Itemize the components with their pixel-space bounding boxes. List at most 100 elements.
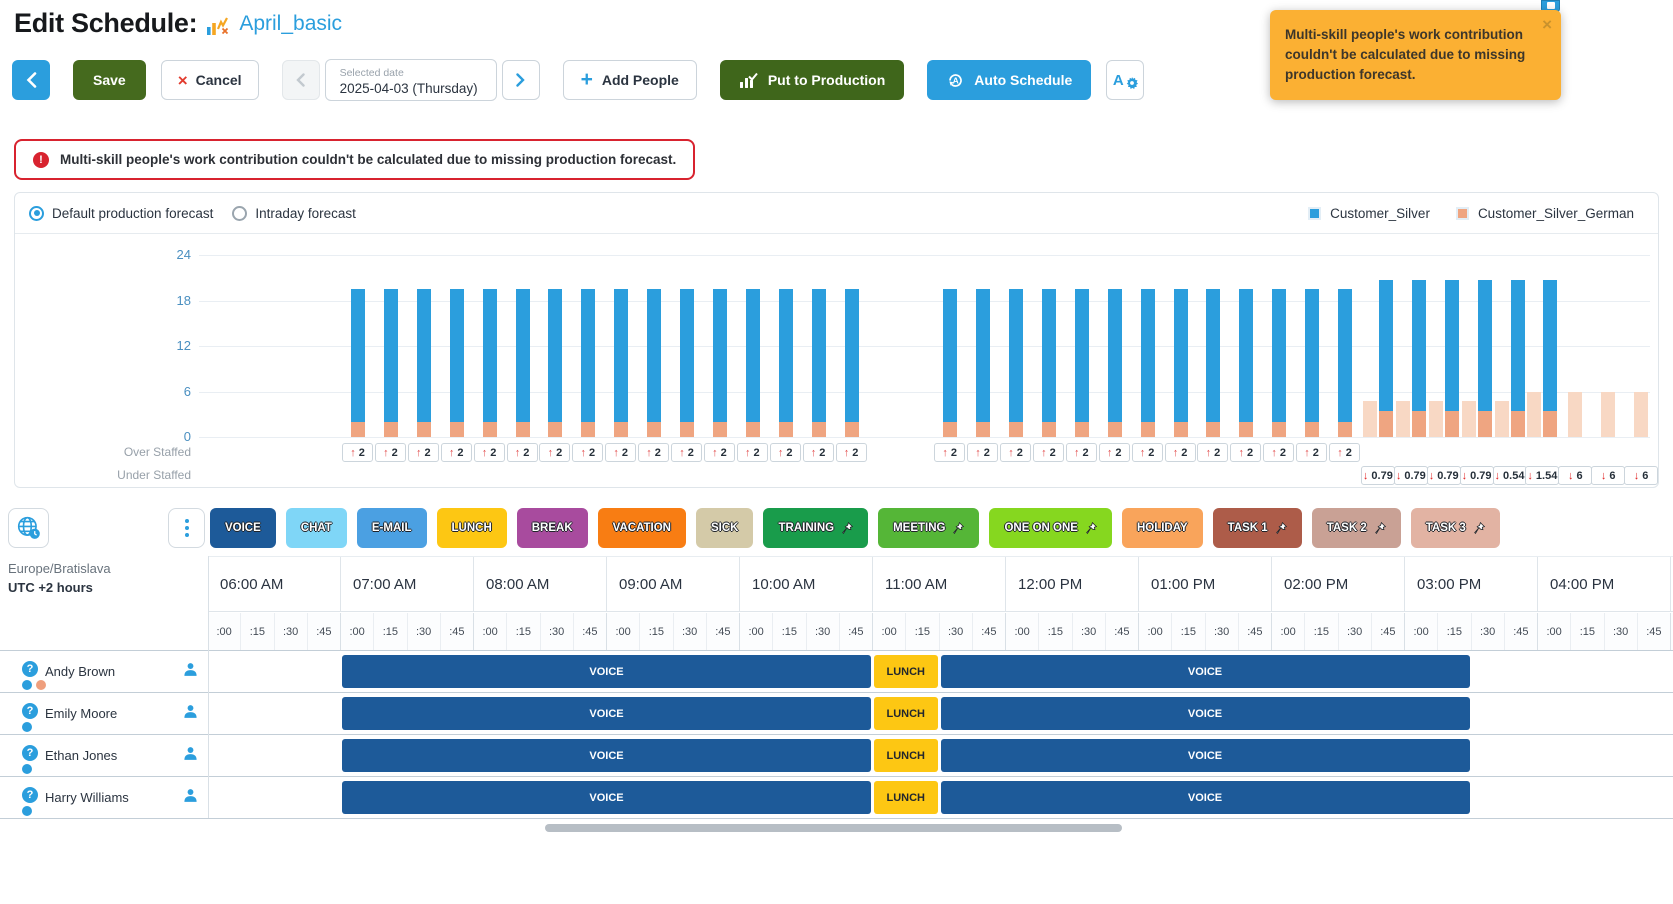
quarter-cell: :15 <box>773 613 807 650</box>
quarter-cell: :45 <box>441 613 474 650</box>
back-button[interactable] <box>12 60 50 100</box>
shift-block-voice[interactable]: VOICE <box>342 655 871 688</box>
person-profile-button[interactable] <box>183 746 198 766</box>
shift-block-voice[interactable]: VOICE <box>342 739 871 772</box>
quarter-cell: :45 <box>308 613 341 650</box>
schedule-settings-button[interactable]: A <box>1106 60 1145 100</box>
activity-chip-task-1[interactable]: TASK 1 <box>1212 508 1302 548</box>
forecast-radio-intraday[interactable]: Intraday forecast <box>232 205 356 221</box>
activities-overflow-menu[interactable] <box>168 508 205 548</box>
quarter-cell: :15 <box>1438 613 1472 650</box>
hour-label: 07:00 AM <box>353 575 417 593</box>
shift-block-lunch[interactable]: LUNCH <box>874 655 938 688</box>
cancel-button[interactable]: × Cancel <box>160 60 259 100</box>
help-icon[interactable]: ? <box>22 703 38 719</box>
person-profile-button[interactable] <box>183 704 198 724</box>
shift-block-voice[interactable]: VOICE <box>940 697 1470 730</box>
forecast-bar <box>1634 391 1649 437</box>
dot-icon <box>184 533 189 537</box>
customer-silver-german-bar <box>1477 411 1492 437</box>
shift-block-lunch[interactable]: LUNCH <box>874 781 938 814</box>
name-column-divider <box>208 556 209 818</box>
hour-cell: 02:00 PM <box>1272 557 1405 611</box>
help-icon[interactable]: ? <box>22 787 38 803</box>
chart-gridline <box>199 255 1650 257</box>
quarter-cell: :00 <box>607 613 641 650</box>
activity-chip-label: TASK 3 <box>1425 522 1466 534</box>
customer-silver-bar <box>1338 289 1352 422</box>
save-button[interactable]: Save <box>73 60 146 100</box>
shift-block-voice[interactable]: VOICE <box>940 739 1470 772</box>
activity-chip-voice[interactable]: VOICE <box>210 508 276 548</box>
quarter-cell: :15 <box>1571 613 1605 650</box>
over-staffed-marker: ↑ 2 <box>1263 443 1295 462</box>
forecast-radio-default[interactable]: Default production forecast <box>29 205 213 221</box>
activity-chip-training[interactable]: TRAINING <box>763 508 869 548</box>
shift-block-lunch[interactable]: LUNCH <box>874 697 938 730</box>
activity-chip-task-3[interactable]: TASK 3 <box>1410 508 1500 548</box>
person-profile-button[interactable] <box>183 788 198 808</box>
shift-block-voice[interactable]: VOICE <box>342 697 871 730</box>
schedule-name-link[interactable]: April_basic <box>239 12 342 36</box>
hour-cell: 10:00 AM <box>740 557 873 611</box>
activity-chip-sick[interactable]: SICK <box>696 508 754 548</box>
over-staffed-marker: ↑ 2 <box>1131 443 1163 462</box>
put-to-production-button[interactable]: Put to Production <box>719 60 905 100</box>
activity-chip-chat[interactable]: CHAT <box>285 508 347 548</box>
quarter-cell: :30 <box>1073 613 1106 650</box>
shift-block-voice[interactable]: VOICE <box>940 781 1470 814</box>
y-axis-tick: 24 <box>176 247 191 263</box>
toast-notification: Multi-skill people's work contribution c… <box>1270 10 1561 100</box>
person-name: Andy Brown <box>45 664 116 679</box>
help-icon[interactable]: ? <box>22 661 38 677</box>
quarter-cell: :45 <box>574 613 607 650</box>
shift-block-voice[interactable]: VOICE <box>940 655 1470 688</box>
customer-silver-german-bar <box>482 421 497 437</box>
customer-silver-bar <box>1009 289 1023 422</box>
pin-icon <box>842 522 854 534</box>
auto-schedule-button[interactable]: A Auto Schedule <box>927 60 1092 100</box>
customer-silver-bar <box>647 289 662 422</box>
help-icon[interactable]: ? <box>22 745 38 761</box>
next-day-button[interactable] <box>501 60 540 100</box>
toolbar: Save × Cancel Selected date 2025-04-03 (… <box>12 59 1145 101</box>
legend-swatch <box>1455 206 1469 220</box>
activity-chip-task-2[interactable]: TASK 2 <box>1311 508 1401 548</box>
forecast-bar <box>1428 400 1443 437</box>
skill-dots <box>22 764 32 774</box>
activity-chip-vacation[interactable]: VACATION <box>597 508 686 548</box>
timezone-globe-button[interactable] <box>8 508 49 548</box>
activity-chip-holiday[interactable]: HOLIDAY <box>1121 508 1203 548</box>
activity-chip-meeting[interactable]: MEETING <box>878 508 980 548</box>
customer-silver-german-bar <box>1305 421 1320 437</box>
quarter-cell: :00 <box>1405 613 1439 650</box>
activity-chip-e-mail[interactable]: E-MAIL <box>356 508 427 548</box>
previous-day-button[interactable] <box>281 60 320 100</box>
pin-icon <box>1275 522 1287 534</box>
timeline-scrollbar[interactable] <box>545 824 1122 832</box>
activity-chip-lunch[interactable]: LUNCH <box>436 508 507 548</box>
over-staffed-marker: ↑ 2 <box>967 443 999 462</box>
customer-silver-bar <box>745 289 760 422</box>
pin-icon <box>1374 522 1386 534</box>
legend-item[interactable]: Customer_Silver_German <box>1455 206 1634 221</box>
toast-close-icon[interactable]: × <box>1542 15 1552 35</box>
hour-cell: 07:00 AM <box>341 557 474 611</box>
selected-date-field[interactable]: Selected date 2025-04-03 (Thursday) <box>324 59 497 101</box>
person-profile-button[interactable] <box>183 662 198 682</box>
activity-chip-break[interactable]: BREAK <box>516 508 588 548</box>
quarter-cell: :30 <box>807 613 840 650</box>
customer-silver-bar <box>1206 289 1221 422</box>
shift-block-voice[interactable]: VOICE <box>342 781 871 814</box>
skill-dot <box>22 764 32 774</box>
timeline-quarter-header: :00:15:30:45:00:15:30:45:00:15:30:45:00:… <box>208 613 1673 650</box>
pin-icon <box>1086 522 1097 534</box>
shift-block-lunch[interactable]: LUNCH <box>874 739 938 772</box>
add-people-button[interactable]: + Add People <box>562 60 697 100</box>
customer-silver-bar <box>1140 289 1155 422</box>
up-arrow-icon: ↑ <box>613 446 619 459</box>
customer-silver-bar <box>383 289 398 422</box>
legend-item[interactable]: Customer_Silver <box>1308 206 1430 221</box>
activity-chip-one-on-one[interactable]: ONE ON ONE <box>989 508 1112 548</box>
up-arrow-icon: ↑ <box>712 446 718 459</box>
